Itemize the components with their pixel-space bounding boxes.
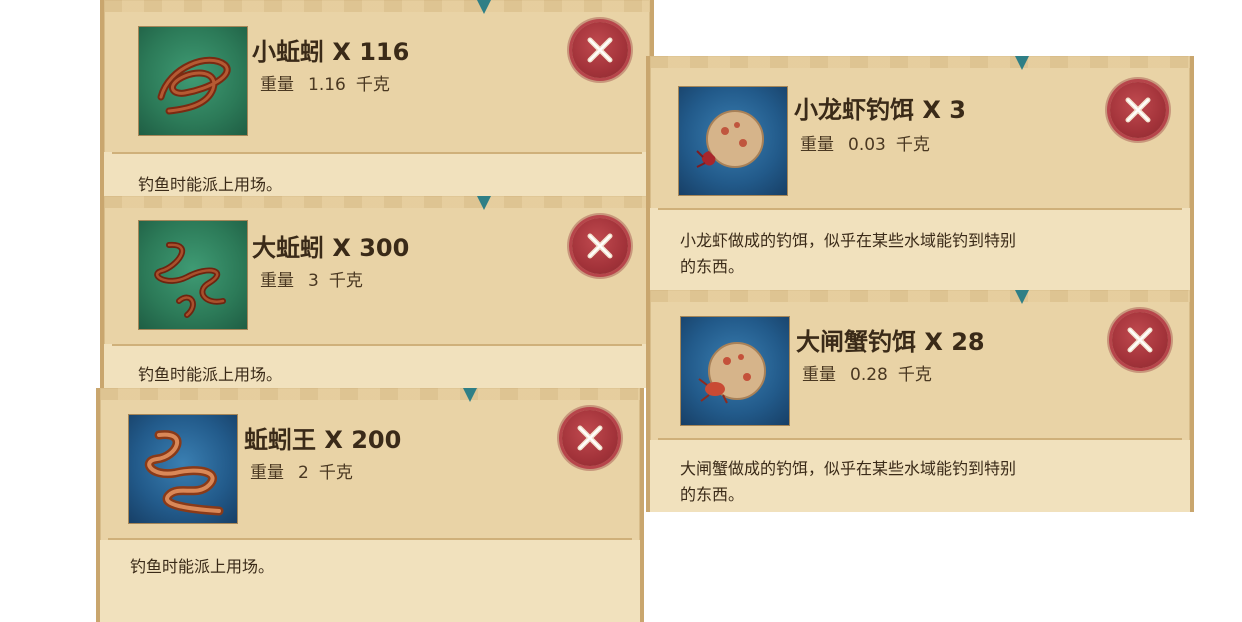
weight-unit: 千克 <box>318 463 353 483</box>
earthworm-king-icon <box>128 414 238 524</box>
item-title: 小蚯蚓 X 116 <box>252 38 410 66</box>
weight-label: 重量 <box>260 75 294 95</box>
weight-unit: 千克 <box>328 271 363 291</box>
earthworm-large-icon <box>138 220 248 330</box>
crayfish-bait-icon <box>678 86 788 196</box>
discard-button[interactable] <box>572 22 628 78</box>
item-card-crayfish-bait: 小龙虾钓饵 X 3 重量 0.03 千克 小龙虾做成的钓饵，似乎在某些水域能钓到特别… <box>646 56 1194 290</box>
weight-value: 3 <box>308 271 319 291</box>
weight-value: 1.16 <box>308 75 346 95</box>
item-description: 钓鱼时能派上用场。 <box>138 175 283 194</box>
item-title: 大闸蟹钓饵 X 28 <box>796 328 985 356</box>
card-notch <box>476 0 492 14</box>
weight-label: 重量 <box>802 365 836 385</box>
card-notch <box>462 388 478 402</box>
item-description: 钓鱼时能派上用场。 <box>130 557 275 576</box>
weight-value: 2 <box>298 463 309 483</box>
item-title: 大蚯蚓 X 300 <box>252 234 410 262</box>
item-title: 蚯蚓王 X 200 <box>244 426 402 454</box>
item-card-crab-bait: 大闸蟹钓饵 X 28 重量 0.28 千克 大闸蟹做成的钓饵，似乎在某些水域能钓到特… <box>646 290 1194 512</box>
weight-value: 0.28 <box>850 365 888 385</box>
weight-value: 0.03 <box>848 135 886 155</box>
discard-icon <box>577 425 603 451</box>
card-notch <box>476 196 492 210</box>
discard-button[interactable] <box>572 218 628 274</box>
weight-unit: 千克 <box>355 75 390 95</box>
divider <box>112 344 642 346</box>
discard-icon <box>587 233 613 259</box>
item-description: 大闸蟹做成的钓饵，似乎在某些水域能钓到特别 的东西。 <box>680 456 1016 508</box>
weight-unit: 千克 <box>897 365 932 385</box>
item-weight: 重量 0.28 千克 <box>802 360 932 385</box>
item-weight: 重量 2 千克 <box>250 458 353 483</box>
item-card-small-earthworm: 小蚯蚓 X 116 重量 1.16 千克 钓鱼时能派上用场。 <box>100 0 654 196</box>
description-line: 的东西。 <box>680 257 745 276</box>
item-weight: 重量 3 千克 <box>260 266 363 291</box>
weight-label: 重量 <box>260 271 294 291</box>
divider <box>108 538 632 540</box>
earthworm-small-icon <box>138 26 248 136</box>
description-line: 小龙虾做成的钓饵，似乎在某些水域能钓到特别 <box>680 231 1017 250</box>
description-area <box>100 540 640 622</box>
description-line: 的东西。 <box>680 485 745 504</box>
card-notch <box>1014 56 1030 70</box>
discard-button[interactable] <box>562 410 618 466</box>
discard-button[interactable] <box>1112 312 1168 368</box>
weight-unit: 千克 <box>895 135 930 155</box>
item-description: 钓鱼时能派上用场。 <box>138 365 283 384</box>
item-title: 小龙虾钓饵 X 3 <box>794 96 966 124</box>
item-card-earthworm-king: 蚯蚓王 X 200 重量 2 千克 钓鱼时能派上用场。 <box>96 388 644 622</box>
discard-icon <box>1127 327 1153 353</box>
divider <box>112 152 642 154</box>
weight-label: 重量 <box>800 135 834 155</box>
divider <box>658 208 1182 210</box>
item-description: 小龙虾做成的钓饵，似乎在某些水域能钓到特别 的东西。 <box>680 228 1016 280</box>
description-line: 大闸蟹做成的钓饵，似乎在某些水域能钓到特别 <box>680 459 1017 478</box>
card-notch <box>1014 290 1030 304</box>
discard-icon <box>587 37 613 63</box>
weight-label: 重量 <box>250 463 284 483</box>
discard-icon <box>1125 97 1151 123</box>
item-weight: 重量 1.16 千克 <box>260 70 390 95</box>
item-card-large-earthworm: 大蚯蚓 X 300 重量 3 千克 钓鱼时能派上用场。 <box>100 196 654 388</box>
item-weight: 重量 0.03 千克 <box>800 130 930 155</box>
crab-bait-icon <box>680 316 790 426</box>
divider <box>658 438 1182 440</box>
discard-button[interactable] <box>1110 82 1166 138</box>
